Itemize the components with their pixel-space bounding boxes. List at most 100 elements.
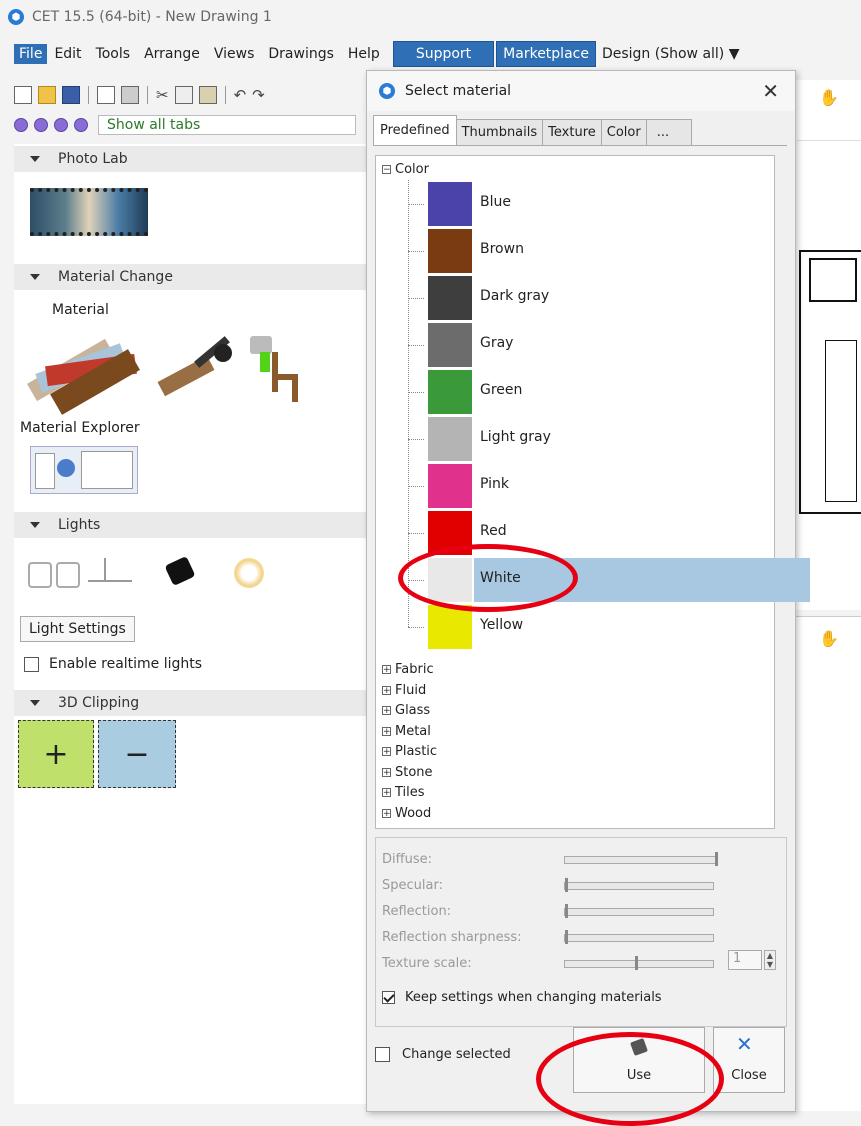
texture-scale-slider[interactable] (564, 956, 714, 970)
reflection-slider[interactable] (564, 904, 714, 918)
enable-realtime-lights[interactable]: Enable realtime lights (24, 656, 202, 672)
diffuse-slider[interactable] (564, 852, 718, 866)
slider-thumb[interactable] (565, 878, 568, 892)
color-item[interactable]: Brown (418, 227, 778, 273)
color-item[interactable]: Light gray (418, 415, 778, 461)
pan-hand-icon[interactable]: ✋ (819, 88, 839, 107)
reflection-sharpness-slider[interactable] (564, 930, 714, 944)
tree-node-category[interactable]: + Metal (382, 724, 431, 739)
material-swatches-icon[interactable] (26, 330, 146, 415)
expand-icon[interactable]: + (382, 767, 391, 777)
menu-drawings[interactable]: Drawings (261, 44, 341, 64)
color-item[interactable]: Green (418, 368, 778, 414)
line-light-icon[interactable] (88, 580, 132, 582)
tab-predefined[interactable]: Predefined (373, 115, 457, 145)
tab-nav-icon[interactable] (14, 118, 28, 132)
material-explorer-icon[interactable] (30, 446, 138, 494)
tab-thumbnails[interactable]: Thumbnails (455, 119, 544, 145)
collapse-icon[interactable]: − (382, 165, 391, 175)
section-photo-lab[interactable]: Photo Lab (14, 146, 368, 172)
expand-icon[interactable]: + (382, 808, 391, 818)
tree-node-color[interactable]: − Color (382, 162, 429, 177)
print-preview-icon[interactable] (97, 86, 115, 104)
line-light-icon (104, 558, 106, 580)
menu-file[interactable]: File (14, 44, 48, 64)
print-icon[interactable] (121, 86, 139, 104)
color-item[interactable]: Pink (418, 462, 778, 508)
dialog-close-icon[interactable]: ✕ (762, 79, 779, 103)
open-folder-icon[interactable] (38, 86, 56, 104)
new-file-icon[interactable] (14, 86, 32, 104)
section-lights[interactable]: Lights (14, 512, 368, 538)
marketplace-button[interactable]: Marketplace (496, 41, 596, 67)
design-dropdown[interactable]: Design (Show all) ▼ (602, 46, 740, 62)
tree-node-category[interactable]: + Wood (382, 806, 431, 821)
slider-thumb[interactable] (635, 956, 638, 970)
cut-icon[interactable]: ✂ (156, 86, 169, 104)
tab-nav-icon[interactable] (34, 118, 48, 132)
copy-icon[interactable] (174, 86, 193, 104)
tree-node-category[interactable]: + Stone (382, 765, 433, 780)
expand-icon[interactable]: + (382, 726, 391, 736)
expand-icon[interactable]: + (382, 747, 391, 757)
expand-icon[interactable]: + (382, 706, 391, 716)
texture-scale-input[interactable]: 1 (728, 950, 762, 970)
clip-remove-button[interactable]: − (98, 720, 176, 788)
paint-chair-icon[interactable] (250, 334, 310, 404)
spotlight-icon[interactable] (56, 562, 80, 588)
section-material-change[interactable]: Material Change (14, 264, 368, 290)
tree-node-category[interactable]: + Plastic (382, 744, 437, 759)
menu-views[interactable]: Views (207, 44, 262, 64)
pan-hand-icon[interactable]: ✋ (819, 629, 839, 648)
slider-thumb[interactable] (565, 904, 568, 918)
photo-lab-icon[interactable] (30, 188, 148, 236)
color-item[interactable]: Dark gray (418, 274, 778, 320)
tab-nav-icon[interactable] (74, 118, 88, 132)
menu-help[interactable]: Help (341, 44, 387, 64)
slider-thumb[interactable] (565, 930, 568, 944)
show-all-tabs[interactable]: Show all tabs (98, 115, 356, 135)
texture-scale-spinner[interactable]: ▲ ▼ (764, 950, 776, 970)
light-settings-button[interactable]: Light Settings (20, 616, 135, 642)
undo-icon[interactable]: ↶ (234, 86, 247, 104)
paste-icon[interactable] (198, 86, 217, 104)
tree-node-category[interactable]: + Fabric (382, 662, 434, 677)
menu-tools[interactable]: Tools (89, 44, 138, 64)
slider-thumb[interactable] (715, 852, 718, 866)
section-3d-clipping[interactable]: 3D Clipping (14, 690, 368, 716)
tree-node-category[interactable]: + Glass (382, 703, 430, 718)
expand-icon[interactable]: + (382, 788, 391, 798)
projector-light-icon[interactable] (164, 555, 196, 587)
realtime-checkbox[interactable] (24, 656, 39, 672)
specular-slider[interactable] (564, 878, 714, 892)
close-button[interactable]: ✕ Close (713, 1027, 785, 1093)
expand-icon[interactable]: + (382, 665, 391, 675)
dialog-app-icon: ⬢ (379, 83, 395, 99)
spotlight-icon[interactable] (28, 562, 52, 588)
clip-add-button[interactable]: + (18, 720, 94, 788)
tab-color[interactable]: Color (600, 119, 647, 145)
tab-nav-icon[interactable] (54, 118, 68, 132)
drawing-view-top[interactable]: ✋ (794, 80, 861, 610)
menu-arrange[interactable]: Arrange (137, 44, 207, 64)
drawing-view-bottom[interactable]: ✋ (794, 616, 861, 1111)
tree-node-category[interactable]: + Fluid (382, 683, 426, 698)
color-item[interactable]: Gray (418, 321, 778, 367)
keep-settings-checkbox[interactable] (382, 991, 395, 1004)
tab-texture[interactable]: Texture (542, 119, 602, 145)
redo-icon[interactable]: ↷ (252, 86, 265, 104)
save-icon[interactable] (62, 86, 80, 104)
keep-settings-option[interactable]: Keep settings when changing materials (382, 990, 662, 1005)
material-picker-icon[interactable] (157, 336, 246, 400)
support-button[interactable]: Support (392, 41, 495, 67)
menu-edit[interactable]: Edit (47, 44, 88, 64)
bulb-light-icon[interactable] (234, 558, 264, 588)
color-item[interactable]: Blue (418, 180, 778, 226)
change-selected-checkbox[interactable] (375, 1047, 390, 1062)
tree-connector (408, 204, 424, 206)
tab-more[interactable]: ... (645, 119, 693, 145)
tree-node-category[interactable]: + Tiles (382, 785, 425, 800)
material-explorer-label: Material Explorer (20, 420, 140, 436)
expand-icon[interactable]: + (382, 685, 391, 695)
change-selected-option[interactable]: Change selected (375, 1047, 511, 1062)
